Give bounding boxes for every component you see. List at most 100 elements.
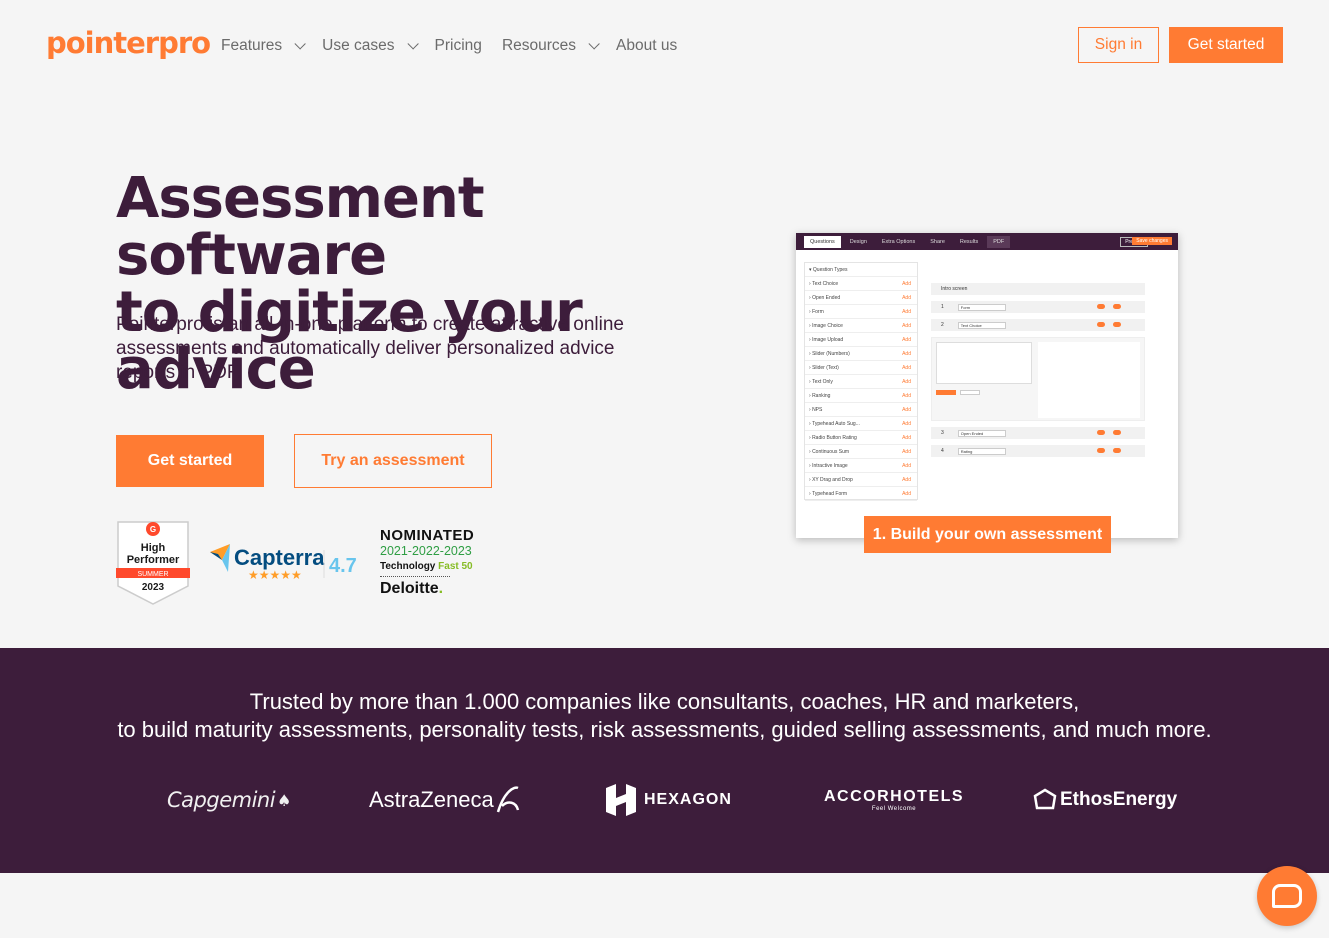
mock-add-link: Add: [902, 322, 911, 329]
svg-text:G: G: [150, 525, 156, 534]
mock-tabbar: Questions Design Extra Options Share Res…: [796, 233, 1178, 250]
mock-list-header: ▾ Question Types: [805, 263, 917, 277]
mock-add-link: Add: [902, 462, 911, 469]
mock-tab-share: Share: [930, 238, 945, 245]
capterra-rating-badge: Capterra ★★★★★ 4.7: [208, 540, 363, 585]
mock-question-type-item: › Intractive Image Add: [805, 459, 917, 473]
mock-question-row: 4 Rating: [931, 445, 1145, 457]
capgemini-logo-text: Capgemini: [167, 788, 276, 812]
toggle-icon: [1113, 448, 1121, 453]
hexagon-logo-text: HEXAGON: [644, 791, 732, 808]
chevron-down-icon: [588, 38, 600, 50]
mock-add-link: Add: [902, 308, 911, 315]
mock-question-type-item: › Text Choice Add: [805, 277, 917, 291]
g2-high-performer-badge: G High Performer SUMMER 2023: [116, 520, 190, 606]
mock-intro-label: Intro screen: [941, 286, 968, 292]
mock-question-type-item: › Form Add: [805, 305, 917, 319]
nav-pricing-label: Pricing: [434, 37, 482, 54]
chat-launcher-button[interactable]: [1257, 866, 1317, 926]
mock-question-type-label: Intractive Image: [812, 462, 848, 469]
mock-editor-options: [1038, 342, 1140, 418]
get-started-header-button[interactable]: Get started: [1169, 27, 1283, 63]
mock-question-type-item: › Continuous Sum Add: [805, 445, 917, 459]
mock-editor-button: [960, 390, 980, 395]
mock-questions-area: Intro screen 1 Form 2 Text Choice 3 Open En…: [931, 283, 1145, 463]
mock-question-type-label: Slider (Numbers): [812, 350, 850, 357]
mock-question-row: 3 Open Ended: [931, 427, 1145, 439]
mock-question-type-list: › Text Choice Add › Open Ended Add › Form Add…: [805, 277, 917, 501]
accorhotels-logo: ACCORHOTELS Feel Welcome: [824, 780, 964, 820]
hexagon-logo: HEXAGON: [604, 780, 732, 820]
mock-question-row: 2 Text Choice: [931, 319, 1145, 331]
try-assessment-button[interactable]: Try an assessment: [294, 434, 492, 488]
nav-use-cases[interactable]: Use cases: [322, 36, 419, 56]
capterra-name: Capterra: [234, 545, 325, 570]
get-started-hero-button[interactable]: Get started: [116, 435, 264, 487]
mock-row-select: Rating: [957, 447, 1006, 455]
nav-about-us[interactable]: About us: [616, 36, 677, 56]
nav-features-label: Features: [221, 37, 283, 54]
mock-question-type-item: › Ranking Add: [805, 389, 917, 403]
chevron-down-icon: [294, 38, 306, 50]
mock-question-type-label: Text Only: [812, 378, 833, 385]
nav-pricing[interactable]: Pricing: [435, 36, 482, 56]
hero-subtitle: Pointerpro is an all-in-one platform to …: [116, 314, 624, 383]
deloitte-nominated: NOMINATED: [380, 527, 475, 544]
mock-tab-design: Design: [849, 238, 867, 245]
chevron-down-icon: [407, 38, 419, 50]
ethosenergy-logo: EthosEnergy: [1033, 780, 1177, 820]
mock-question-type-label: Continuous Sum: [812, 448, 850, 455]
mock-question-type-label: Radio Button Rating: [812, 434, 857, 441]
mock-row-num: 4: [941, 448, 944, 454]
mock-add-link: Add: [902, 420, 911, 427]
pointerpro-logo[interactable]: pointerpro: [46, 26, 211, 60]
mock-add-link: Add: [902, 406, 911, 413]
mock-tab-questions: Questions: [804, 235, 841, 248]
mock-caption: 1. Build your own assessment: [864, 516, 1111, 553]
product-screenshot: Questions Design Extra Options Share Res…: [796, 233, 1178, 538]
mock-row-num: 2: [941, 322, 944, 328]
mock-row-select: Open Ended: [957, 429, 1006, 437]
mock-add-link: Add: [902, 364, 911, 371]
mock-intro-bar: Intro screen: [931, 283, 1145, 295]
mock-row-num: 3: [941, 430, 944, 436]
mock-question-type-item: › Typehead Form Add: [805, 487, 917, 501]
mock-question-type-label: Open Ended: [812, 294, 841, 301]
astrazeneca-mark-icon: [496, 786, 519, 813]
mock-question-type-label: XY Drag and Drop: [812, 476, 853, 483]
accor-logo-text: ACCORHOTELS: [824, 788, 965, 805]
mock-save-button: Save changes: [1132, 237, 1172, 245]
mock-question-type-label: Typehead Auto Sug...: [812, 420, 860, 427]
mock-editor-text: [936, 342, 1032, 384]
client-logos: Capgemini ♠ AstraZeneca HEXAGON ACCORHOTE…: [0, 780, 1329, 820]
deloitte-fast50-badge: NOMINATED 2021-2022-2023 Technology Fast…: [380, 528, 484, 602]
mock-add-link: Add: [902, 448, 911, 455]
nav-resources[interactable]: Resources: [502, 36, 600, 56]
mock-question-types: ▾ Question Types › Text Choice Add › Open …: [804, 262, 918, 501]
toggle-icon: [1113, 304, 1121, 309]
mock-editor-button: [936, 390, 956, 395]
mock-question-type-item: › NPS Add: [805, 403, 917, 417]
trusted-band: [0, 648, 1329, 873]
deloitte-tech-label: Technology: [380, 561, 436, 572]
mock-add-link: Add: [902, 434, 911, 441]
mock-add-link: Add: [902, 476, 911, 483]
capterra-rating: 4.7: [329, 555, 357, 577]
mock-question-row: 1 Form: [931, 301, 1145, 313]
mock-question-type-item: › Typehead Auto Sug... Add: [805, 417, 917, 431]
accor-tagline: Feel Welcome: [871, 806, 917, 812]
deloitte-fast50: Fast 50: [438, 561, 473, 572]
mock-question-type-item: › Slider (Numbers) Add: [805, 347, 917, 361]
mock-add-link: Add: [902, 350, 911, 357]
mock-question-type-item: › Image Upload Add: [805, 333, 917, 347]
mock-row-select: Text Choice: [957, 321, 1006, 329]
nav-features[interactable]: Features: [221, 36, 306, 56]
toggle-icon: [1097, 322, 1105, 327]
trusted-line1: Trusted by more than 1.000 companies lik…: [249, 689, 1080, 714]
mock-question-editor: [931, 337, 1145, 421]
g2-line1: High: [141, 542, 166, 554]
mock-add-link: Add: [902, 490, 911, 497]
main-nav: Features Use cases Pricing Resources Abo…: [221, 36, 677, 56]
spade-icon: ♠: [277, 790, 291, 810]
sign-in-button[interactable]: Sign in: [1078, 27, 1159, 63]
